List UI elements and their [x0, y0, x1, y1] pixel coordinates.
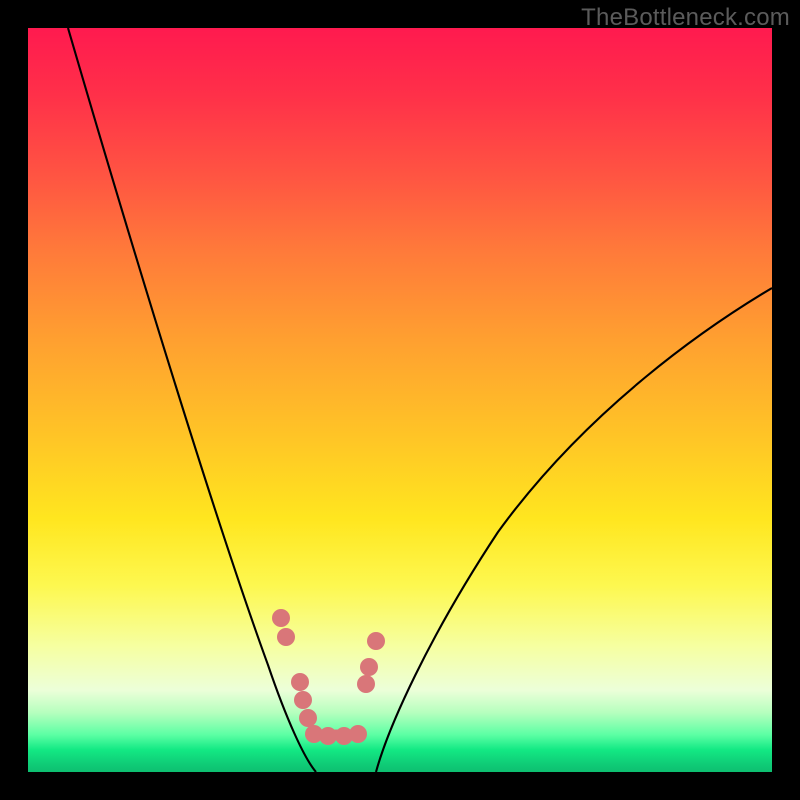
- marker-dot: [272, 609, 290, 627]
- watermark-text: TheBottleneck.com: [581, 4, 790, 32]
- chart-frame: [28, 28, 772, 772]
- marker-dot: [349, 725, 367, 743]
- marker-dot: [294, 691, 312, 709]
- marker-dot: [357, 675, 375, 693]
- marker-dot: [299, 709, 317, 727]
- chart-overlay: [28, 28, 772, 772]
- marker-dot: [360, 658, 378, 676]
- marker-dot: [277, 628, 295, 646]
- left-curve: [68, 28, 316, 772]
- right-curve: [376, 288, 772, 772]
- marker-dot: [319, 727, 337, 745]
- marker-dot: [367, 632, 385, 650]
- marker-dot: [291, 673, 309, 691]
